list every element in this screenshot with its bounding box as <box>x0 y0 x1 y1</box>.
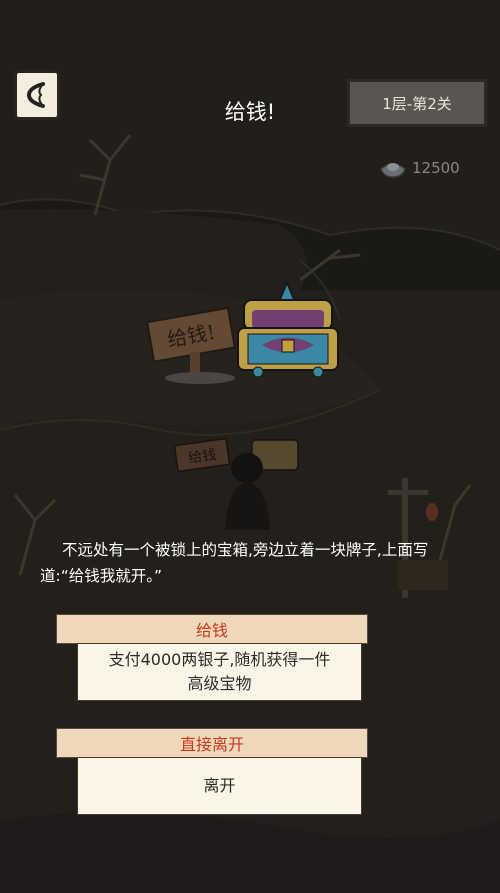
event-description: 不远处有一个被锁上的宝箱,旁边立着一块牌子,上面写道:“给钱我就开。” <box>40 541 429 585</box>
choice-pay-description: 支付4000两银子,随机获得一件高级宝物 <box>108 650 331 693</box>
currency-display: 12500 <box>378 156 460 180</box>
choice-title-pay: 给钱 <box>56 614 368 644</box>
choice-leave-button[interactable]: 离开 <box>77 757 362 815</box>
choice-title-leave: 直接离开 <box>56 728 368 758</box>
silver-ingot-icon <box>380 163 406 178</box>
level-indicator: 1层-第2关 <box>347 79 487 127</box>
currency-amount: 12500 <box>412 159 460 177</box>
choice-leave-description: 离开 <box>203 776 236 795</box>
choice-pay-button[interactable]: 支付4000两银子,随机获得一件高级宝物 <box>77 643 362 701</box>
